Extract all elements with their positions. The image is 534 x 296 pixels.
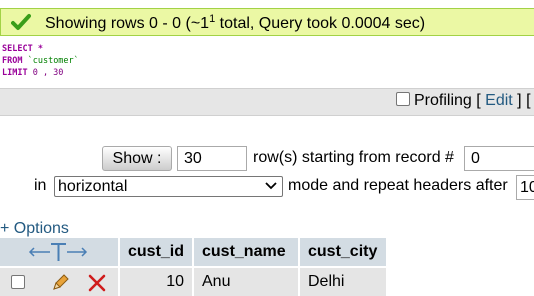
sql-keyword: FROM	[2, 56, 23, 66]
delete-icon[interactable]	[88, 274, 106, 292]
sql-toolbar: Profiling [ Edit ] [	[0, 88, 534, 116]
sql-query: SELECT * FROM `customer` LIMIT 0 , 30	[2, 43, 79, 79]
show-button[interactable]: Show :	[102, 146, 172, 171]
profiling-control: Profiling [ Edit ] [	[396, 92, 531, 110]
row-actions	[0, 268, 118, 296]
edit-link[interactable]: Edit	[485, 92, 513, 109]
column-header-cust-city[interactable]: cust_city	[300, 238, 386, 266]
sql-value: `customer`	[22, 56, 79, 66]
row-navigation: Show : 30 row(s) starting from record # …	[0, 146, 534, 172]
column-header-cust-name[interactable]: cust_name	[194, 238, 298, 266]
rows-count-input[interactable]: 30	[177, 146, 247, 171]
cell-cust-name: Anu	[194, 268, 298, 296]
display-mode-value: horizontal	[58, 178, 128, 195]
pencil-icon[interactable]	[50, 273, 70, 293]
display-mode-select[interactable]: horizontal	[54, 176, 283, 197]
column-resize-header[interactable]	[0, 238, 118, 266]
row-mode: in horizontal mode and repeat headers af…	[0, 174, 534, 200]
column-header-cust-id[interactable]: cust_id	[120, 238, 192, 266]
success-message: Showing rows 0 - 0 (~11 total, Query too…	[0, 8, 534, 36]
cell-cust-id: 10	[120, 268, 192, 296]
start-record-input[interactable]: 0	[464, 146, 534, 171]
row-checkbox[interactable]	[11, 275, 25, 289]
in-label: in	[34, 177, 47, 194]
profiling-label: Profiling	[414, 92, 472, 109]
expand-columns-icon[interactable]	[0, 238, 118, 266]
profiling-checkbox[interactable]	[396, 92, 410, 106]
chevron-down-icon	[265, 182, 277, 190]
bracket: ] [	[512, 92, 531, 109]
repeat-headers-input[interactable]: 10	[516, 175, 534, 200]
cell-cust-city: Delhi	[300, 268, 386, 296]
sql-keyword: LIMIT	[2, 68, 28, 78]
rows-label: row(s) starting from record #	[253, 149, 454, 166]
sql-keyword: SELECT	[2, 44, 33, 54]
options-toggle[interactable]: + Options	[0, 220, 69, 238]
options-link[interactable]: + Options	[0, 220, 69, 237]
bracket: [	[471, 92, 486, 109]
sql-value: 0 , 30	[27, 68, 64, 78]
mode-label: mode and repeat headers after	[288, 177, 508, 194]
sql-value: *	[32, 44, 43, 54]
message-text: Showing rows 0 - 0 (~11 total, Query too…	[45, 13, 426, 32]
check-icon	[11, 14, 31, 30]
